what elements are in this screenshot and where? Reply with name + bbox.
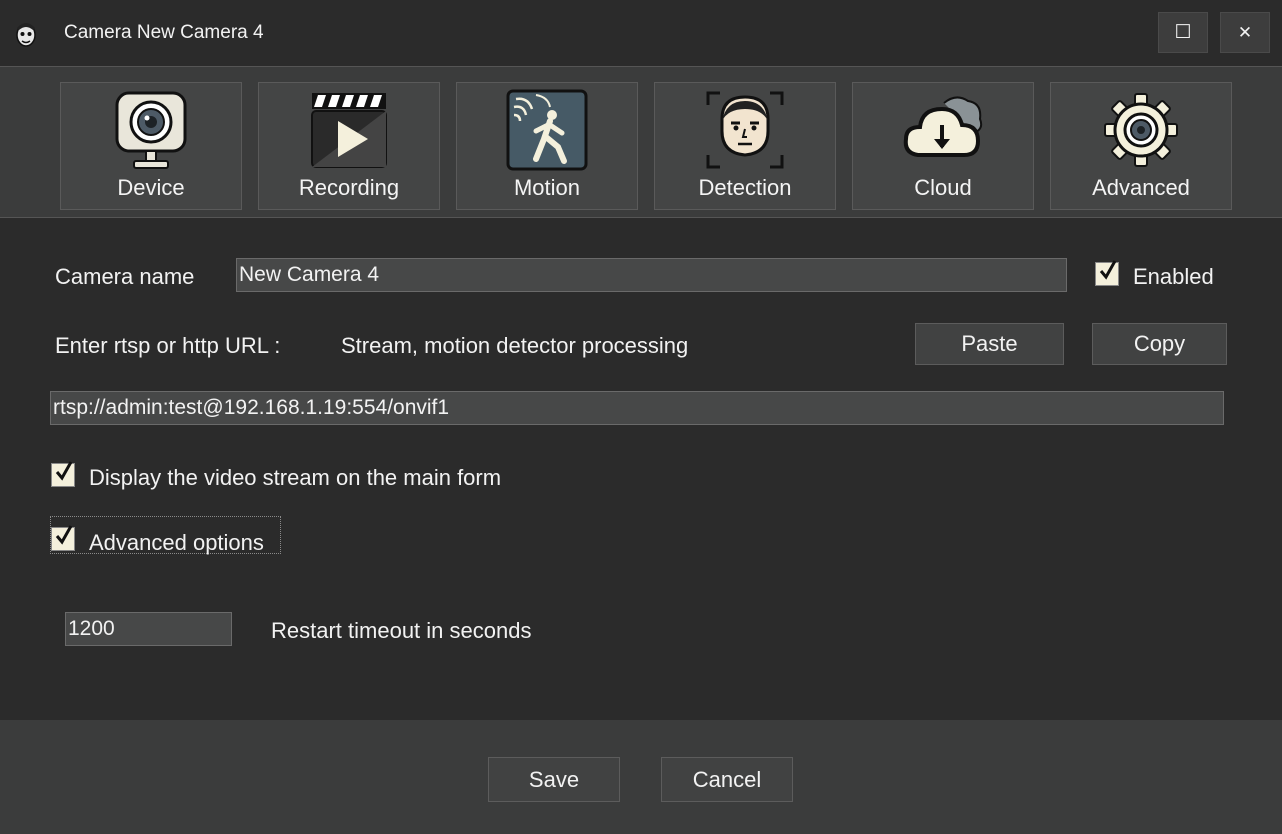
tab-cloud[interactable]: Cloud <box>852 82 1034 210</box>
tab-motion[interactable]: Motion <box>456 82 638 210</box>
display-stream-label: Display the video stream on the main for… <box>89 465 502 490</box>
tab-strip: Device Recording Motion Detection Cloud … <box>0 66 1282 218</box>
app-logo-icon <box>12 18 40 50</box>
checkmark-icon <box>55 461 73 481</box>
url-label: Enter rtsp or http URL : <box>55 333 281 358</box>
cloud-download-icon <box>903 96 983 157</box>
restart-timeout-input[interactable] <box>65 612 232 646</box>
enabled-checkbox[interactable] <box>1095 260 1119 286</box>
cancel-button[interactable]: Cancel <box>661 757 793 802</box>
tab-label: Recording <box>298 175 400 200</box>
tab-detection[interactable]: Detection <box>654 82 836 210</box>
maximize-icon: ☐ <box>1174 22 1192 43</box>
tab-advanced[interactable]: Advanced <box>1050 82 1232 210</box>
checkmark-icon <box>55 525 73 545</box>
webcam-icon <box>115 91 187 169</box>
tab-recording[interactable]: Recording <box>258 82 440 210</box>
display-stream-checkbox[interactable] <box>51 461 75 487</box>
camera-name-label: Camera name <box>55 264 195 289</box>
paste-button[interactable]: Paste <box>915 323 1064 365</box>
tab-label: Cloud <box>914 175 972 200</box>
footer-bar: Save Cancel <box>0 720 1282 834</box>
close-icon: ✕ <box>1237 22 1253 42</box>
advanced-options-label: Advanced options <box>89 530 264 555</box>
tab-device[interactable]: Device <box>60 82 242 210</box>
tab-label: Detection <box>698 175 792 200</box>
motion-sensor-icon <box>506 89 588 171</box>
close-button[interactable]: ✕ <box>1220 12 1270 53</box>
face-detection-icon <box>706 91 784 169</box>
advanced-options-checkbox[interactable] <box>51 525 75 551</box>
clapperboard-icon <box>311 93 387 168</box>
maximize-button[interactable]: ☐ <box>1158 12 1208 53</box>
tab-label: Advanced <box>1092 175 1190 200</box>
window-title: Camera New Camera 4 <box>64 22 264 43</box>
url-hint: Stream, motion detector processing <box>341 333 689 358</box>
tab-label: Device <box>117 175 185 200</box>
title-bar: Camera New Camera 4 ☐ ✕ <box>0 0 1282 66</box>
checkmark-icon <box>1099 260 1117 280</box>
camera-name-input[interactable] <box>236 258 1067 292</box>
enabled-label: Enabled <box>1133 264 1214 289</box>
save-button[interactable]: Save <box>488 757 620 802</box>
gear-icon <box>1104 93 1178 167</box>
copy-button[interactable]: Copy <box>1092 323 1227 365</box>
url-input[interactable] <box>50 391 1224 425</box>
tab-label: Motion <box>513 175 581 200</box>
restart-timeout-label: Restart timeout in seconds <box>271 618 532 643</box>
